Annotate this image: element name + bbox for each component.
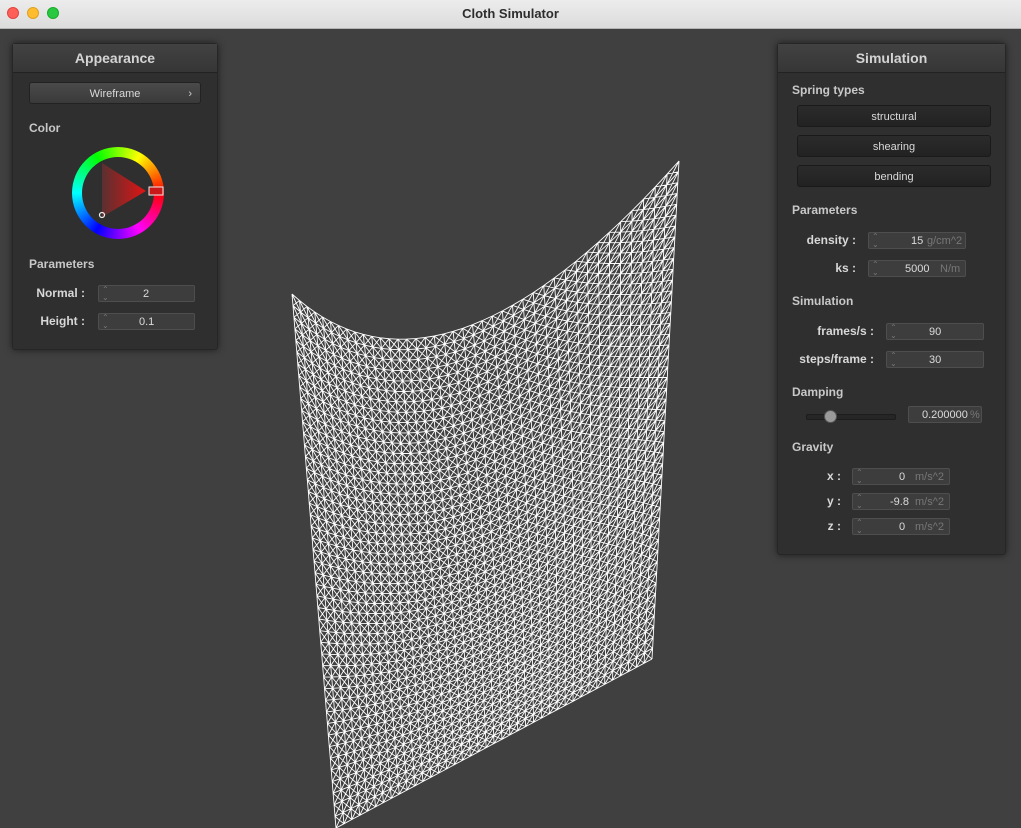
gravity-x-label: x :: [826, 469, 841, 483]
fps-value: 90: [929, 326, 942, 338]
spinner-icon[interactable]: ⌃ ⌄: [856, 494, 863, 510]
cloth-mesh: [291, 160, 680, 828]
fps-input[interactable]: ⌃ ⌄ 90: [886, 323, 984, 340]
title-bar: Cloth Simulator: [0, 0, 1021, 29]
gravity-y-unit: m/s^2: [915, 496, 944, 508]
normal-value: 2: [143, 288, 150, 300]
density-label: density :: [806, 233, 856, 247]
damping-slider-track: [806, 414, 896, 420]
normal-input[interactable]: ⌃ ⌄ 2: [98, 285, 195, 302]
gravity-x-unit: m/s^2: [915, 471, 944, 483]
fps-label: frames/s :: [817, 324, 874, 338]
simulation-header[interactable]: Simulation: [778, 44, 1005, 73]
gravity-y-input[interactable]: ⌃ ⌄ -9.8 m/s^2: [852, 493, 950, 510]
gravity-z-label: z :: [827, 519, 841, 533]
gravity-y-value: -9.8: [890, 496, 909, 508]
damping-label: Damping: [792, 385, 844, 399]
damping-value: 0.200000: [922, 409, 968, 421]
simulation-parameters-label: Parameters: [792, 203, 858, 217]
steps-value: 30: [929, 354, 942, 366]
chevron-right-icon: ›: [188, 88, 192, 100]
spinner-icon[interactable]: ⌃ ⌄: [102, 314, 109, 330]
gravity-y-label: y :: [826, 494, 841, 508]
ks-unit: N/m: [940, 263, 961, 275]
ks-input[interactable]: ⌃ ⌄ 5000 N/m: [868, 260, 966, 277]
steps-label: steps/frame :: [799, 352, 874, 366]
height-input[interactable]: ⌃ ⌄ 0.1: [98, 313, 195, 330]
density-input[interactable]: ⌃ ⌄ 15 g/cm^2: [868, 232, 966, 249]
normal-label: Normal :: [36, 286, 85, 300]
damping-slider-knob[interactable]: [824, 410, 837, 423]
gravity-label: Gravity: [792, 440, 834, 454]
damping-unit: %: [970, 409, 980, 421]
spinner-icon[interactable]: ⌃ ⌄: [102, 286, 109, 302]
color-label: Color: [29, 121, 61, 135]
spinner-icon[interactable]: ⌃ ⌄: [872, 261, 879, 277]
appearance-panel: Appearance Wireframe › Color Parameters …: [12, 43, 218, 350]
gravity-z-value: 0: [899, 521, 906, 533]
gravity-z-input[interactable]: ⌃ ⌄ 0 m/s^2: [852, 518, 950, 535]
gravity-z-unit: m/s^2: [915, 521, 944, 533]
color-wheel[interactable]: [70, 145, 166, 241]
spring-types-label: Spring types: [792, 83, 865, 97]
spinner-icon[interactable]: ⌃ ⌄: [856, 519, 863, 535]
hue-handle[interactable]: [148, 186, 164, 196]
spinner-icon[interactable]: ⌃ ⌄: [872, 233, 879, 249]
density-value: 15: [911, 235, 924, 247]
gravity-x-value: 0: [899, 471, 906, 483]
simulation-section-label: Simulation: [792, 294, 854, 308]
height-value: 0.1: [139, 316, 155, 328]
ks-label: ks :: [835, 261, 856, 275]
spinner-icon[interactable]: ⌃ ⌄: [890, 324, 897, 340]
density-unit: g/cm^2: [927, 235, 963, 247]
shader-dropdown-label: Wireframe: [89, 88, 141, 100]
spinner-icon[interactable]: ⌃ ⌄: [856, 469, 863, 485]
window-title: Cloth Simulator: [462, 6, 559, 21]
appearance-parameters-label: Parameters: [29, 257, 95, 271]
ks-value: 5000: [905, 263, 930, 275]
damping-slider[interactable]: [806, 410, 896, 423]
gravity-x-input[interactable]: ⌃ ⌄ 0 m/s^2: [852, 468, 950, 485]
steps-input[interactable]: ⌃ ⌄ 30: [886, 351, 984, 368]
simulation-panel: Simulation Spring types structural shear…: [777, 43, 1006, 555]
spinner-icon[interactable]: ⌃ ⌄: [890, 352, 897, 368]
height-label: Height :: [40, 314, 85, 328]
shearing-toggle[interactable]: shearing: [797, 135, 991, 157]
shader-dropdown[interactable]: Wireframe ›: [29, 82, 201, 104]
appearance-header[interactable]: Appearance: [13, 44, 217, 73]
damping-input[interactable]: 0.200000 %: [908, 406, 982, 423]
structural-toggle[interactable]: structural: [797, 105, 991, 127]
bending-toggle[interactable]: bending: [797, 165, 991, 187]
